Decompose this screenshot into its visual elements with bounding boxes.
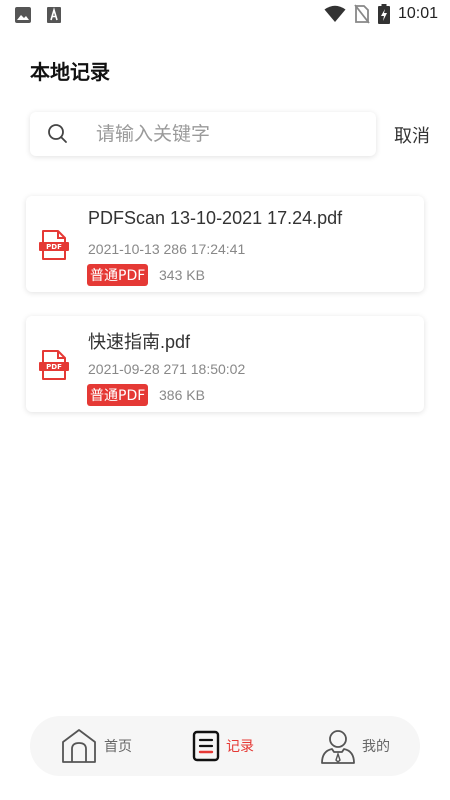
bottom-nav: 首页 记录 我的 <box>30 716 420 776</box>
cancel-button[interactable]: 取消 <box>394 122 430 148</box>
status-time: 10:01 <box>397 5 438 22</box>
nav-item-records[interactable]: 记录 <box>192 730 254 762</box>
file-meta: 2021-10-13 286 17:24:41 <box>88 241 246 257</box>
nav-label-mine: 我的 <box>362 739 390 755</box>
records-icon <box>192 730 220 762</box>
file-card[interactable]: PDF 快速指南.pdf 2021-09-28 271 18:50:02 普通P… <box>26 316 424 412</box>
file-type-badge: 普通PDF <box>87 384 149 406</box>
a-notification-icon <box>47 7 61 23</box>
search-icon <box>48 124 67 143</box>
svg-text:PDF: PDF <box>46 363 62 371</box>
file-name: PDFScan 13-10-2021 17.24.pdf <box>88 208 343 228</box>
file-name: 快速指南.pdf <box>88 332 191 352</box>
file-type-badge: 普通PDF <box>87 264 149 286</box>
status-bar: 10:01 <box>0 0 450 32</box>
nav-item-mine[interactable]: 我的 <box>320 727 390 765</box>
profile-icon <box>321 730 355 764</box>
file-size: 343 KB <box>159 267 205 283</box>
search-input[interactable] <box>96 123 346 145</box>
file-card[interactable]: PDF PDFScan 13-10-2021 17.24.pdf 2021-10… <box>26 196 424 292</box>
nav-item-home[interactable]: 首页 <box>60 727 132 765</box>
pdf-file-icon: PDF <box>39 230 69 260</box>
page-title: 本地记录 <box>30 60 110 84</box>
image-icon <box>15 7 31 23</box>
file-meta: 2021-09-28 271 18:50:02 <box>88 361 246 377</box>
no-sim-icon <box>354 4 370 24</box>
file-size: 386 KB <box>159 387 205 403</box>
pdf-file-icon: PDF <box>39 350 69 380</box>
nav-label-records: 记录 <box>226 739 254 755</box>
home-icon <box>62 729 96 763</box>
svg-text:PDF: PDF <box>46 243 62 251</box>
wifi-icon <box>324 5 346 22</box>
nav-label-home: 首页 <box>104 739 132 755</box>
battery-charging-icon <box>377 4 390 24</box>
search-box[interactable] <box>30 112 376 156</box>
